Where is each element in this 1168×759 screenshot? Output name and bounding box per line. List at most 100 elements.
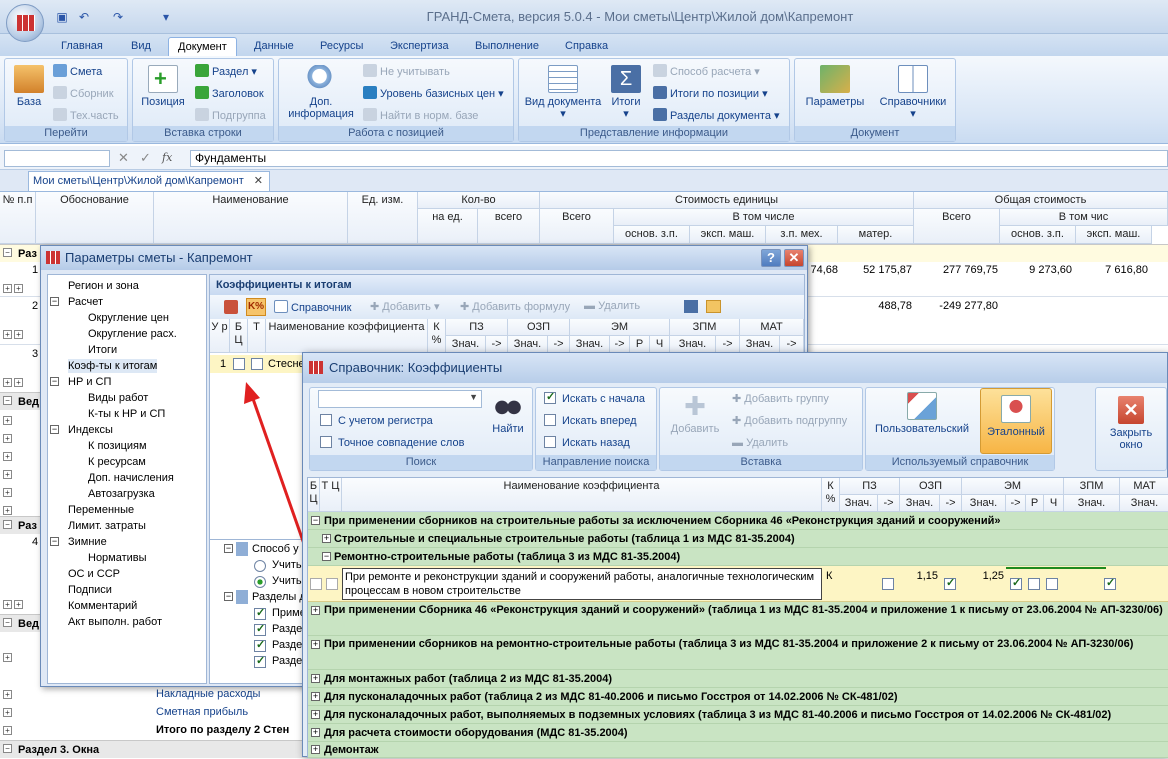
formula-input[interactable]: Фундаменты	[190, 150, 1168, 167]
delete-button[interactable]: ▬ Удалить	[732, 434, 788, 452]
tree-toggle-icon[interactable]: −	[50, 377, 59, 386]
col-header-materials[interactable]: матер.	[838, 226, 914, 244]
expand-icon[interactable]: +	[3, 708, 12, 717]
tree-item[interactable]: К ресурсам	[88, 455, 146, 469]
cancel-icon[interactable]: ✕	[118, 150, 129, 166]
add-subgroup-button[interactable]: ✚ Добавить подгруппу	[732, 412, 847, 430]
parameters-tree[interactable]: Регион и зона − Расчет Округление цен Округл…	[47, 274, 207, 684]
expand-icon[interactable]: +	[3, 506, 12, 515]
col-header-total-cost[interactable]: Общая стоимость	[914, 192, 1168, 209]
expand-icon[interactable]: +	[3, 434, 12, 443]
group-row[interactable]: + Для расчета стоимости оборудования (МДС…	[308, 724, 1168, 742]
expand-icon[interactable]: +	[14, 330, 23, 339]
expand-icon[interactable]: +	[14, 600, 23, 609]
save-icon[interactable]: ▣	[54, 9, 70, 25]
tab-execution[interactable]: Выполнение	[466, 37, 548, 56]
group-row[interactable]: − Ремонтно-строительные работы (таблица 3…	[308, 548, 1168, 566]
position-totals-button[interactable]: Итоги по позиции ▾	[653, 85, 768, 103]
col-header-unit-cost[interactable]: Стоимость единицы	[540, 192, 914, 209]
col-header-unit[interactable]: Ед. изм.	[348, 192, 418, 244]
collapse-icon[interactable]: −	[311, 516, 320, 525]
row-checkbox[interactable]	[326, 578, 338, 590]
tree-item[interactable]: Виды работ	[88, 391, 148, 405]
reference-button[interactable]: Справочник	[274, 300, 352, 314]
tree-toggle-icon[interactable]: −	[50, 297, 59, 306]
collapse-icon[interactable]: −	[224, 592, 233, 601]
app-menu-button[interactable]	[6, 4, 44, 42]
col-header-per-unit[interactable]: на ед.	[418, 209, 478, 244]
col-header-machine-2[interactable]: эксп. маш.	[1076, 226, 1152, 244]
percent-icon[interactable]: K%	[246, 298, 266, 316]
user-reference-button[interactable]: Пользовательский	[872, 392, 972, 435]
tree-item[interactable]: ОС и ССР	[68, 567, 120, 581]
expand-icon[interactable]: −	[3, 396, 12, 405]
tab-home[interactable]: Главная	[52, 37, 112, 56]
estimate-button[interactable]: Смета	[53, 63, 102, 81]
confirm-icon[interactable]: ✓	[140, 150, 151, 166]
expand-icon[interactable]: +	[3, 690, 12, 699]
section-checkbox[interactable]	[254, 654, 266, 668]
collection-button[interactable]: Сборник	[53, 85, 114, 103]
col-header-unit-total[interactable]: Всего	[540, 209, 614, 244]
header-button[interactable]: Заголовок	[195, 85, 264, 103]
tab-data[interactable]: Данные	[245, 37, 303, 56]
expand-icon[interactable]: +	[3, 653, 12, 662]
expand-icon[interactable]: +	[3, 416, 12, 425]
col-header-name[interactable]: Наименование	[154, 192, 348, 244]
folder-icon[interactable]	[706, 300, 721, 313]
tree-item[interactable]: Комментарий	[68, 599, 137, 613]
em-checkbox[interactable]	[1010, 576, 1022, 590]
section-button[interactable]: Раздел ▾	[195, 63, 257, 81]
extra-info-button[interactable]: Доп. информация	[281, 65, 361, 120]
expand-icon[interactable]: +	[14, 378, 23, 387]
row-checkbox[interactable]	[251, 358, 263, 370]
base-price-level-button[interactable]: Уровень базисных цен ▾	[363, 85, 504, 103]
tree-item[interactable]: Регион и зона	[68, 279, 139, 293]
tab-view[interactable]: Вид	[122, 37, 160, 56]
col-header-mech-wage[interactable]: з.п. мех.	[766, 226, 838, 244]
add-formula-button[interactable]: ✚ Добавить формулу	[460, 300, 570, 313]
expand-icon[interactable]: +	[3, 600, 12, 609]
col-header-total-qty[interactable]: всего	[478, 209, 540, 244]
base-button[interactable]: База	[9, 65, 49, 108]
expand-icon[interactable]: +	[311, 728, 320, 737]
expand-icon[interactable]: +	[311, 606, 320, 615]
customize-qat-icon[interactable]: ▾	[158, 9, 174, 25]
r-checkbox[interactable]	[1028, 578, 1040, 590]
tree-item[interactable]: Нормативы	[88, 551, 147, 565]
col-header-incl-2[interactable]: В том чис	[1000, 209, 1168, 226]
col-header-basis[interactable]: Обоснование	[36, 192, 154, 244]
delete-row-icon[interactable]	[224, 300, 238, 314]
group-row[interactable]: + Демонтаж	[308, 742, 1168, 758]
from-start-checkbox[interactable]	[544, 390, 556, 404]
col-header-machine[interactable]: эксп. маш.	[690, 226, 766, 244]
close-button[interactable]: ✕	[784, 249, 804, 267]
ch-checkbox[interactable]	[1046, 578, 1058, 590]
tab-document[interactable]: Документ	[168, 37, 237, 56]
tree-item[interactable]: К-ты к НР и СП	[88, 407, 165, 421]
group-row[interactable]: + Для пусконаладочных работ (таблица 2 из…	[308, 688, 1168, 706]
tab-expertise[interactable]: Экспертиза	[381, 37, 458, 56]
expand-icon[interactable]: +	[3, 470, 12, 479]
expand-icon[interactable]: −	[3, 618, 12, 627]
tree-item[interactable]: Округление расх.	[88, 327, 177, 341]
coefficient-row-selected[interactable]: При ремонте и реконструкции зданий и соо…	[308, 566, 1168, 602]
expand-icon[interactable]: +	[311, 745, 320, 754]
expand-icon[interactable]: −	[3, 744, 12, 753]
expand-icon[interactable]: +	[311, 710, 320, 719]
parameters-button[interactable]: Параметры	[799, 65, 871, 108]
calc-method-button[interactable]: Способ расчета ▾	[653, 63, 760, 81]
close-window-button[interactable]: ✕ Закрыть окно	[1100, 396, 1162, 451]
add-group-button[interactable]: ✚ Добавить группу	[732, 390, 829, 408]
search-input[interactable]: ▼	[318, 390, 482, 408]
tree-item[interactable]: Индексы	[68, 423, 113, 437]
section-checkbox[interactable]	[254, 622, 266, 636]
tech-part-button[interactable]: Тех.часть	[53, 107, 119, 125]
overhead-link[interactable]: Накладные расходы	[156, 688, 260, 700]
row-checkbox[interactable]	[310, 578, 322, 590]
col-header-total-sum[interactable]: Всего	[914, 209, 1000, 244]
tree-item[interactable]: Переменные	[68, 503, 134, 517]
position-button[interactable]: + Позиция	[137, 65, 189, 108]
group-row[interactable]: + При применении сборников на ремонтно-ст…	[308, 636, 1168, 670]
reference-books-button[interactable]: Справочники ▾	[875, 65, 951, 120]
